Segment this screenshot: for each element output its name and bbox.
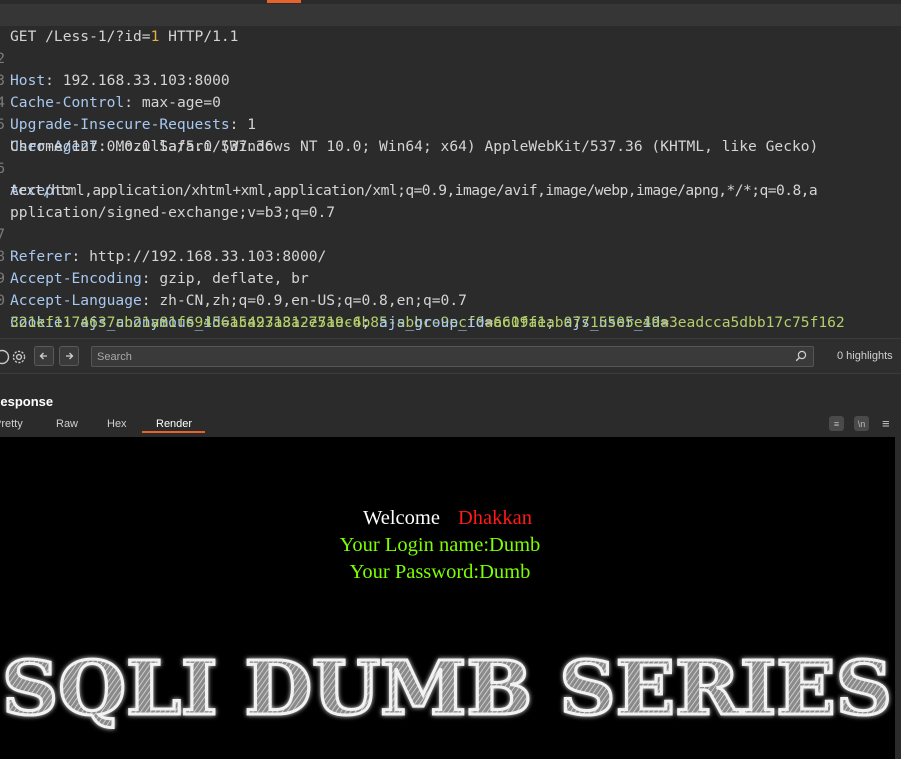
newline-icon[interactable]: \n [854,416,869,431]
header-value-continued: Chrome/127.0.0.0 Safari/537.36 [10,138,274,155]
http-version: HTTP/1.1 [159,28,239,45]
request-line-5[interactable]: 5 User-Agent: Mozilla/5.0 (Windows NT 10… [0,92,818,155]
header-value: gzip, deflate, br [159,270,309,287]
tab-pretty[interactable]: Pretty [0,418,23,430]
arrow-right-icon[interactable] [59,346,79,366]
login-name-line: Your Login name:Dumb [339,534,541,556]
rendered-page: Welcome Dhakkan Your Login name:Dumb Your… [0,437,895,759]
password-line: Your Password:Dumb [349,561,531,583]
welcome-text: Welcome [363,507,440,529]
request-line-5-cont[interactable]: Chrome/127.0.0.0 Safari/537.36 [0,114,274,155]
menu-icon[interactable]: ≡ [882,416,890,431]
request-line-6[interactable]: 6 Accept: [0,136,72,199]
welcome-name: Dhakkan [457,507,532,529]
banner-text: SQLI DUMB SERIES [2,646,892,732]
response-panel-header: Response Pretty Raw Hex Render ≡ \n ≡ [0,374,901,436]
header-value-continued: pplication/signed-exchange;v=b3;q=0.7 [10,204,336,221]
gear-icon[interactable] [9,347,29,367]
tab-hex[interactable]: Hex [107,418,127,430]
header-value: http://192.168.33.103:8000/ [89,248,327,265]
request-line-2[interactable]: 2 Host: 192.168.33.103:8000 [0,26,230,89]
search-icon[interactable] [795,350,807,365]
active-tab-indicator [267,0,301,3]
request-editor[interactable]: GET /Less-1/?id=1 HTTP/1.1 2 Host: 192.1… [0,0,901,338]
cookie-value: 321ef1174637cb21a81f694561ca23a8a2e5a9c6 [10,314,362,331]
header-value: zh-CN,zh;q=0.9,en-US;q=0.8,en;q=0.7 [159,292,467,309]
request-line-8[interactable]: 8 Accept-Encoding: gzip, deflate, br [0,224,309,287]
cookie-key: ajs_group_id [379,314,485,331]
request-line-10-cont[interactable]: 321ef1174637cb21a81f694561ca23a8a2e5a9c6… [0,290,845,331]
header-value-continued: text/html,application/xhtml+xml,applicat… [10,182,818,199]
request-line-9[interactable]: 9 Accept-Language: zh-CN,zh;q=0.9,en-US;… [0,246,467,309]
tab-raw[interactable]: Raw [56,418,78,430]
search-bar: 0 highlights [0,338,901,374]
header-key: Upgrade-Insecure-Requests [10,116,230,133]
wrap-icon[interactable]: ≡ [829,416,844,431]
active-tab-underline [142,431,205,433]
request-line-6-cont2[interactable]: pplication/signed-exchange;v=b3;q=0.7 [0,180,335,221]
sqli-dumb-series-banner: SQLI DUMB SERIES [1,645,894,734]
request-line-10[interactable]: 0 Cookie: ajs_anonymous_id=a5497131-771e… [0,268,669,331]
request-line-1[interactable]: GET /Less-1/?id=1 HTTP/1.1 [0,4,901,45]
header-value: 192.168.33.103:8000 [62,72,230,89]
cookie-value: 6609f1ab07715505e49a3eadcca5dbb17c75f162 [493,314,845,331]
scrollbar[interactable] [895,437,901,759]
header-value: 1 [247,116,257,133]
tab-render[interactable]: Render [156,418,192,430]
welcome-line: Welcome Dhakkan [0,507,895,530]
request-line-3[interactable]: 3 Cache-Control: max-age=0 [0,48,221,111]
request-line-6-cont[interactable]: text/html,application/xhtml+xml,applicat… [0,158,818,199]
search-input[interactable] [91,346,814,367]
header-value: max-age=0 [141,94,221,111]
arrow-left-icon[interactable] [34,346,54,366]
response-tabs: Pretty Raw Hex Render [0,418,901,436]
highlights-count: 0 highlights [837,350,893,362]
request-line-11[interactable]: Connection: close [0,312,159,338]
response-title: Response [0,394,54,409]
request-line-7[interactable]: 7 Referer: http://192.168.33.103:8000/ [0,202,326,265]
request-line-4[interactable]: 4 Upgrade-Insecure-Requests: 1 [0,70,256,133]
